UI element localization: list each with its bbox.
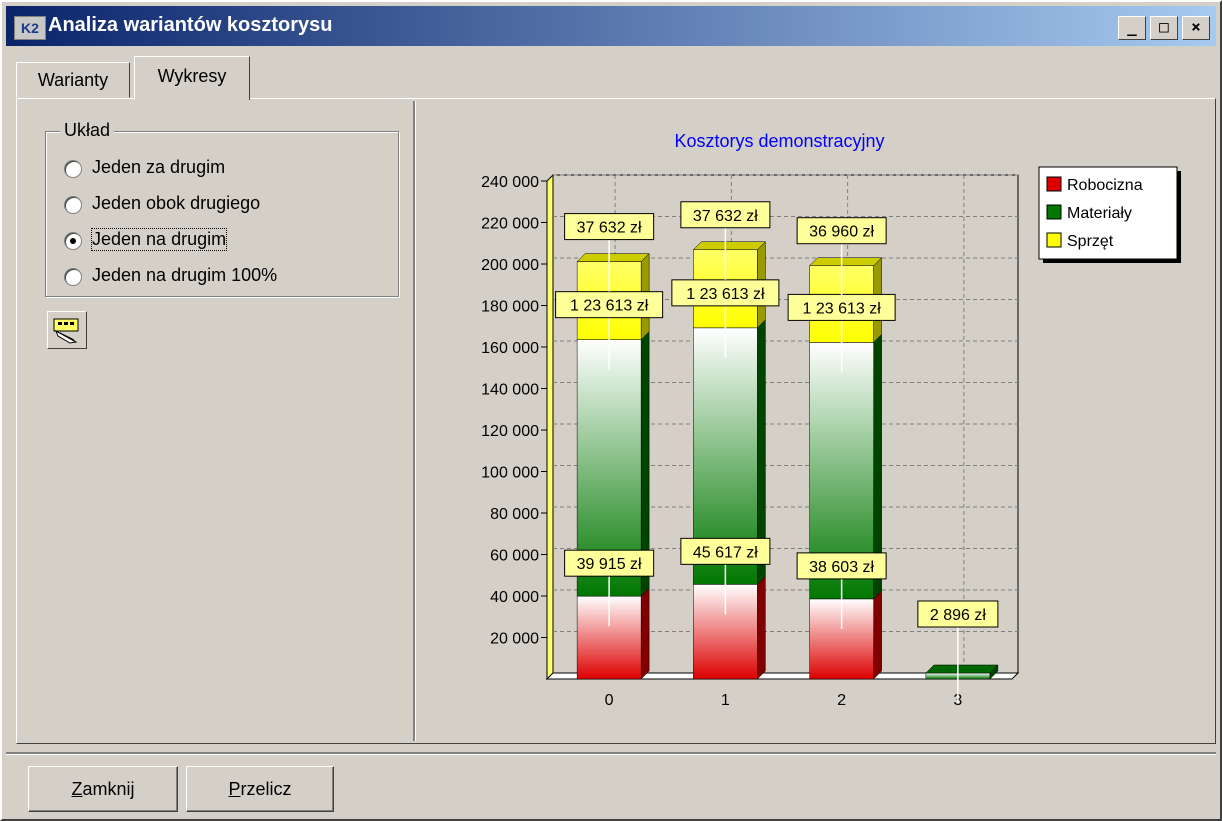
maximize-button[interactable]: □ [1150, 16, 1178, 40]
radio-label: Jeden na drugim 100% [92, 265, 278, 285]
radio-circle-icon[interactable] [64, 196, 82, 214]
data-label-text: 37 632 zł [577, 220, 642, 237]
data-label-text: 38 603 zł [809, 559, 874, 576]
window: K2 Analiza wariantów kosztorysu _ □ × Wa… [0, 0, 1222, 821]
close-label-rest: amknij [82, 779, 135, 799]
panel-divider[interactable] [413, 101, 416, 741]
legend-swatch [1046, 204, 1062, 220]
y-tick-label: 140 000 [481, 382, 539, 399]
radio-checked-icon[interactable] [64, 232, 82, 250]
bar-top-cap [925, 664, 999, 674]
close-mnemonic: Z [71, 779, 83, 799]
data-label-text: 1 23 613 zł [570, 298, 649, 315]
legend-swatch [1046, 176, 1062, 192]
bar-side-robocizna [757, 575, 766, 680]
y-tick-label: 240 000 [481, 174, 539, 191]
recalculate-button[interactable]: Przelicz [186, 766, 334, 812]
x-tick-label: 2 [837, 692, 846, 709]
radio-circle-icon[interactable] [64, 160, 82, 178]
data-label-text: 45 617 zł [693, 544, 758, 561]
y-tick-label: 120 000 [481, 423, 539, 440]
bar-top-cap [692, 241, 766, 251]
minimize-button[interactable]: _ [1118, 16, 1146, 40]
legend-label: Sprzęt [1067, 233, 1114, 250]
tab-wykresy[interactable]: Wykresy [134, 56, 250, 100]
layout-groupbox: Układ Jeden za drugim Jeden obok drugieg… [45, 120, 399, 297]
data-label-text: 39 915 zł [577, 556, 642, 573]
radio-dot [70, 238, 76, 244]
y-tick-label: 200 000 [481, 257, 539, 274]
data-label-text: 1 23 613 zł [686, 286, 765, 303]
y-tick-label: 180 000 [481, 299, 539, 316]
app-icon: K2 [14, 16, 46, 40]
printer-hand-icon [53, 318, 79, 344]
data-label-text: 2 896 zł [930, 607, 986, 624]
bar-side-robocizna [873, 590, 882, 680]
layout-group-legend: Układ [60, 120, 115, 141]
title-bar[interactable]: K2 Analiza wariantów kosztorysu _ □ × [6, 6, 1216, 46]
y-tick-label: 220 000 [481, 216, 539, 233]
bar-top-cap [576, 253, 650, 262]
bar-side-robocizna [640, 587, 650, 680]
radio-circle-icon[interactable] [64, 268, 82, 286]
tab-panel-wykresy: Układ Jeden za drugim Jeden obok drugieg… [16, 98, 1216, 744]
close-button[interactable]: Zamknij [28, 766, 178, 812]
legend-swatch [1046, 232, 1062, 248]
legend-label: Materiały [1067, 205, 1132, 222]
recalc-label-rest: rzelicz [240, 779, 292, 799]
chart-area: Kosztorys demonstracyjny 20 000 40 000 60 0… [417, 101, 1213, 741]
x-tick-label: 0 [605, 692, 614, 709]
print-chart-button[interactable] [47, 311, 87, 349]
data-label-text: 36 960 zł [809, 224, 874, 241]
window-title: Analiza wariantów kosztorysu [48, 14, 333, 36]
y-tick-label: 160 000 [481, 340, 539, 357]
tab-warianty[interactable]: Warianty [16, 62, 130, 98]
bar-top-cap [809, 257, 883, 266]
y-tick-label: 60 000 [490, 548, 539, 565]
radio-label: Jeden za drugim [92, 157, 226, 177]
data-label-text: 37 632 zł [693, 208, 758, 225]
y-tick-label: 100 000 [481, 465, 539, 482]
data-label-text: 1 23 613 zł [802, 300, 881, 317]
chart-title: Kosztorys demonstracyjny [674, 131, 884, 151]
x-tick-label: 1 [721, 692, 730, 709]
plot-left-wall [546, 173, 554, 681]
y-tick-label: 40 000 [490, 589, 539, 606]
radio-label: Jeden na drugim [90, 228, 228, 251]
bottom-separator [6, 752, 1216, 755]
options-panel: Układ Jeden za drugim Jeden obok drugieg… [19, 101, 411, 741]
y-tick-label: 20 000 [490, 631, 539, 648]
close-window-button[interactable]: × [1182, 16, 1210, 40]
stacked-bar-chart: Kosztorys demonstracyjny 20 000 40 000 60 0… [481, 131, 1181, 709]
radio-label: Jeden obok drugiego [92, 193, 261, 213]
recalc-mnemonic: P [228, 779, 241, 799]
legend-label: Robocizna [1067, 177, 1143, 194]
y-tick-label: 80 000 [490, 506, 539, 523]
